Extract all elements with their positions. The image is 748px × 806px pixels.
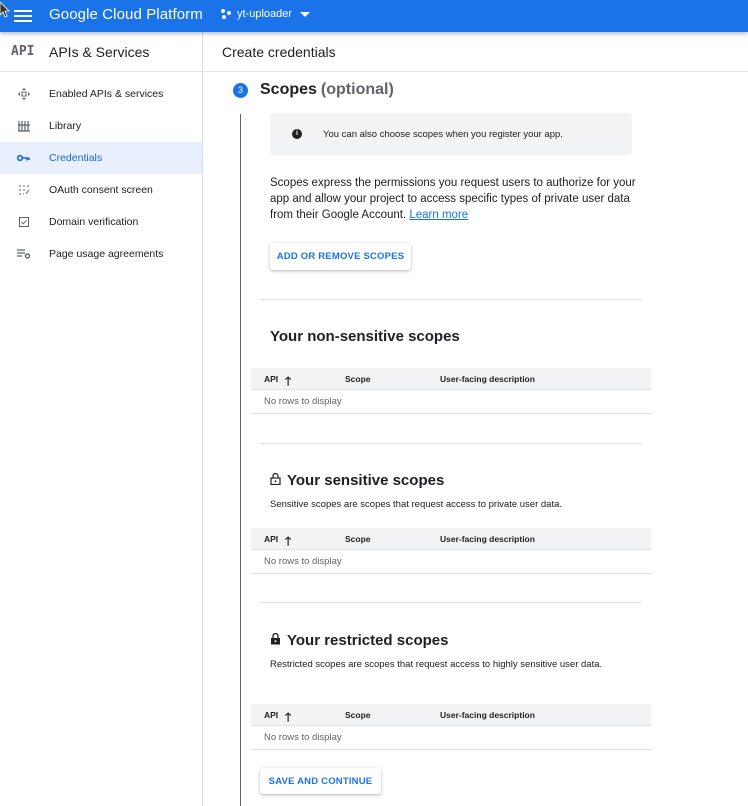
stepper-line [240,114,241,806]
checkbox-icon [0,217,49,227]
sidebar-item-page-usage[interactable]: Page usage agreements [0,238,202,270]
column-header-scope[interactable]: Scope [345,374,371,384]
chevron-down-icon [300,11,311,17]
table-header: API 🡑 Scope User-facing description [251,704,651,726]
info-banner: i You can also choose scopes when you re… [270,113,632,155]
sidebar-item-label: Library [49,120,82,132]
sidebar-header: API APIs & Services [0,32,202,72]
restricted-scopes-table: API 🡑 Scope User-facing description No r… [251,704,651,750]
project-selector[interactable]: yt-uploader [221,8,311,20]
column-header-scope[interactable]: Scope [345,710,371,720]
divider [260,443,642,444]
api-logo-icon: API [11,44,35,59]
learn-more-link[interactable]: Learn more [409,209,468,221]
table-header: API 🡑 Scope User-facing description [251,368,651,390]
column-header-api[interactable]: API [264,374,278,384]
save-and-continue-button[interactable]: SAVE AND CONTINUE [260,768,381,794]
sensitive-scopes-subtitle: Sensitive scopes are scopes that request… [270,499,563,510]
key-icon [0,154,49,162]
step-header: 3 Scopes (optional) [233,81,394,99]
column-header-description[interactable]: User-facing description [440,534,535,544]
sidebar-item-domain-verification[interactable]: Domain verification [0,206,202,238]
project-icon [221,8,233,20]
page-title: Create credentials [204,32,748,72]
sensitive-scopes-table: API 🡑 Scope User-facing description No r… [251,528,651,574]
sidebar-item-library[interactable]: Library [0,110,202,142]
consent-icon [0,184,49,196]
non-sensitive-scopes-title: Your non-sensitive scopes [270,328,460,345]
sidebar: API APIs & Services Enabled APIs & servi… [0,32,203,806]
sensitive-scopes-title: Your sensitive scopes [270,472,444,489]
step-title: Scopes [260,81,317,98]
non-sensitive-scopes-table: API 🡑 Scope User-facing description No r… [251,368,651,414]
project-name: yt-uploader [237,8,293,20]
column-header-api[interactable]: API [264,534,278,544]
sidebar-item-label: Credentials [49,152,103,164]
lock-icon [270,632,281,649]
column-header-api[interactable]: API [264,710,278,720]
step-number-badge: 3 [233,82,248,98]
column-header-scope[interactable]: Scope [345,534,371,544]
top-app-bar: Google Cloud Platform yt-uploader [0,0,748,32]
lock-open-icon [270,472,281,489]
restricted-scopes-title: Your restricted scopes [270,632,448,649]
move-icon [0,88,49,100]
sidebar-item-label: Enabled APIs & services [49,88,164,100]
column-header-description[interactable]: User-facing description [440,374,535,384]
divider [260,299,642,300]
sidebar-title: APIs & Services [49,43,150,60]
add-or-remove-scopes-button[interactable]: ADD OR REMOVE SCOPES [270,243,411,270]
mouse-cursor-icon [0,2,10,18]
sidebar-item-oauth-consent[interactable]: OAuth consent screen [0,174,202,206]
sidebar-item-label: Domain verification [49,216,139,228]
step-optional-label: (optional) [320,81,394,98]
sidebar-item-label: Page usage agreements [49,248,164,260]
info-text: You can also choose scopes when you regi… [323,128,563,140]
restricted-scopes-subtitle: Restricted scopes are scopes that reques… [270,659,603,670]
sort-arrow-up-icon[interactable]: 🡑 [285,532,291,553]
empty-row: No rows to display [251,726,651,750]
settings-list-icon [0,249,49,259]
sort-arrow-up-icon[interactable]: 🡑 [285,372,291,393]
main-content: 3 Scopes (optional) i You can also choos… [204,72,748,806]
sidebar-item-credentials[interactable]: Credentials [0,142,202,174]
hamburger-menu-icon[interactable] [14,7,32,25]
sidebar-nav: Enabled APIs & services Library Credenti… [0,78,202,270]
section-title-text: Your sensitive scopes [287,472,445,489]
info-icon: i [292,129,302,139]
scopes-description: Scopes express the permissions you reque… [270,175,640,223]
sidebar-item-label: OAuth consent screen [49,184,153,196]
brand-title[interactable]: Google Cloud Platform [49,6,203,23]
empty-row: No rows to display [251,390,651,414]
sidebar-item-enabled-apis[interactable]: Enabled APIs & services [0,78,202,110]
section-title-text: Your non-sensitive scopes [270,328,460,345]
sort-arrow-up-icon[interactable]: 🡑 [285,708,291,729]
divider [260,602,642,603]
column-header-description[interactable]: User-facing description [440,710,535,720]
empty-row: No rows to display [251,550,651,574]
table-header: API 🡑 Scope User-facing description [251,528,651,550]
library-icon [0,120,49,132]
section-title-text: Your restricted scopes [287,632,449,649]
